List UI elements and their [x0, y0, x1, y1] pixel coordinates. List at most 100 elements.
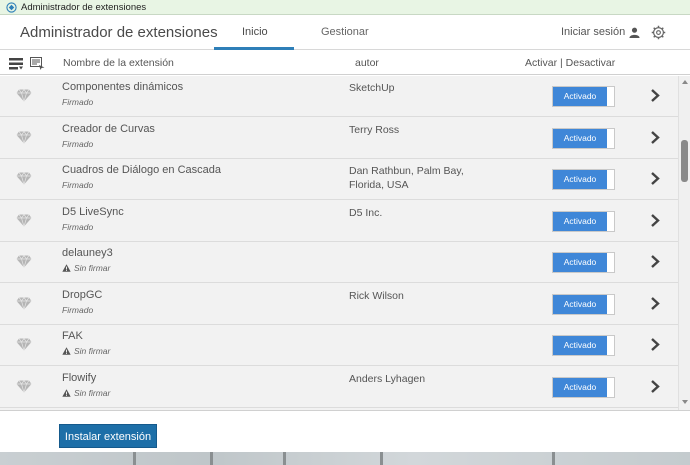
extension-name: Cuadros de Diálogo en Cascada [62, 164, 221, 176]
toggle-state-label: Activado [553, 128, 607, 148]
signature-label: Sin firmar [74, 263, 111, 273]
extension-row[interactable]: Creador de Curvas Firmado Terry Ross Activa… [0, 117, 678, 159]
signature-status: Firmado [62, 222, 93, 232]
signature-status: Sin firmar [62, 346, 110, 356]
toggle-state-label: Activado [553, 336, 607, 355]
chevron-right-icon[interactable] [650, 130, 660, 144]
title-bar: Administrador de extensiones [0, 0, 690, 15]
warning-icon [62, 347, 71, 355]
chevron-right-icon[interactable] [650, 338, 660, 351]
gem-icon [16, 296, 32, 310]
signature-label: Firmado [62, 180, 94, 190]
activate-toggle[interactable]: Activado [552, 86, 615, 107]
scroll-up-icon[interactable] [682, 80, 688, 84]
extension-author: Anders Lyhagen [349, 372, 426, 385]
activate-toggle[interactable]: Activado [552, 210, 615, 232]
footer: Instalar extensión [0, 410, 690, 452]
extension-manager-window: Administrador de extensiones Administrad… [0, 0, 690, 465]
extension-name: FAK [62, 330, 83, 342]
gem-icon [16, 338, 32, 351]
chevron-right-icon[interactable] [650, 296, 660, 310]
extension-row[interactable]: Componentes dinámicos Firmado SketchUp Acti… [0, 76, 678, 117]
extension-name: delauney3 [62, 247, 113, 259]
gem-icon [16, 213, 32, 227]
signature-label: Sin firmar [74, 346, 111, 356]
toggle-state-label: Activado [553, 170, 607, 189]
toggle-state-label: Activado [553, 294, 607, 314]
chevron-right-icon[interactable] [650, 255, 660, 268]
gem-icon [16, 379, 32, 393]
header: Administrador de extensiones Inicio Gest… [0, 16, 690, 50]
signature-label: Firmado [62, 221, 94, 232]
scroll-down-icon[interactable] [682, 400, 688, 404]
column-toggle: Activar | Desactivar [525, 57, 616, 69]
extension-author: Terry Ross [349, 123, 400, 136]
extension-author: Rick Wilson [349, 289, 404, 302]
app-name: Administrador de extensiones [20, 24, 218, 41]
signin-button[interactable]: Iniciar sesión [561, 26, 640, 38]
signature-label: Firmado [62, 304, 94, 315]
chevron-right-icon[interactable] [650, 172, 660, 185]
toggle-state-label: Activado [553, 211, 607, 231]
chevron-right-icon[interactable] [650, 89, 660, 102]
signature-label: Sin firmar [74, 387, 111, 398]
toggle-state-label: Activado [553, 253, 607, 272]
column-author: autor [355, 57, 379, 69]
signature-status: Sin firmar [62, 263, 110, 273]
warning-icon [62, 264, 71, 272]
extension-row[interactable]: Cuadros de Diálogo en Cascada Firmado Dan … [0, 159, 678, 200]
signature-status: Firmado [62, 97, 93, 107]
extension-name: Creador de Curvas [62, 122, 155, 135]
extension-name: Flowify [62, 371, 97, 384]
gem-icon [16, 172, 32, 185]
chevron-right-icon[interactable] [650, 379, 660, 393]
activate-toggle[interactable]: Activado [552, 127, 615, 149]
extension-row[interactable]: FAK Sin firmar Activado [0, 325, 678, 366]
window-title: Administrador de extensiones [21, 2, 147, 13]
activate-toggle[interactable]: Activado [552, 293, 615, 315]
signature-label: Firmado [62, 97, 94, 107]
extension-row[interactable]: DropGC Firmado Rick Wilson Activado [0, 283, 678, 325]
signature-status: Firmado [62, 139, 93, 149]
gear-icon[interactable] [651, 25, 666, 40]
signature-status: Sin firmar [62, 388, 110, 398]
toggle-state-label: Activado [553, 377, 607, 397]
signature-label: Firmado [62, 138, 94, 149]
extension-row[interactable]: D5 LiveSync Firmado D5 Inc. Activado [0, 200, 678, 242]
extension-author: SketchUp [349, 82, 395, 94]
detail-view-icon[interactable] [30, 57, 45, 70]
column-name: Nombre de la extensión [63, 57, 174, 69]
app-icon [6, 2, 17, 13]
signin-label: Iniciar sesión [561, 26, 626, 38]
scrollbar[interactable] [678, 76, 690, 410]
signature-status: Firmado [62, 180, 93, 190]
gem-icon [16, 130, 32, 144]
warning-icon [62, 388, 71, 397]
gem-icon [16, 89, 32, 102]
tab-gestionar[interactable]: Gestionar [321, 26, 369, 38]
toggle-state-label: Activado [553, 87, 607, 106]
scrollbar-thumb[interactable] [681, 140, 688, 182]
column-header: Nombre de la extensión autor Activar | D… [0, 51, 690, 75]
activate-toggle[interactable]: Activado [552, 335, 615, 356]
extension-author: D5 Inc. [349, 206, 383, 219]
tab-inicio[interactable]: Inicio [242, 26, 268, 38]
extension-name: D5 LiveSync [62, 205, 124, 218]
activate-toggle[interactable]: Activado [552, 252, 615, 273]
active-tab-indicator [214, 47, 294, 50]
extension-name: DropGC [62, 288, 103, 301]
activate-toggle[interactable]: Activado [552, 169, 615, 190]
list-view-icon[interactable] [9, 58, 23, 70]
signature-status: Firmado [62, 305, 93, 315]
user-icon [629, 27, 640, 38]
gem-icon [16, 255, 32, 268]
extension-row[interactable]: delauney3 Sin firmar Activado [0, 242, 678, 283]
extension-row[interactable]: Flowify Sin firmar Anders Lyhagen Activado [0, 366, 678, 408]
install-extension-button[interactable]: Instalar extensión [59, 424, 157, 448]
extension-name: Componentes dinámicos [62, 81, 184, 93]
extension-author: Dan Rathbun, Palm Bay, Florida, USA [349, 165, 464, 191]
background-desktop [0, 452, 690, 465]
activate-toggle[interactable]: Activado [552, 376, 615, 398]
chevron-right-icon[interactable] [650, 213, 660, 227]
extension-list: Componentes dinámicos Firmado SketchUp Acti… [0, 76, 678, 410]
